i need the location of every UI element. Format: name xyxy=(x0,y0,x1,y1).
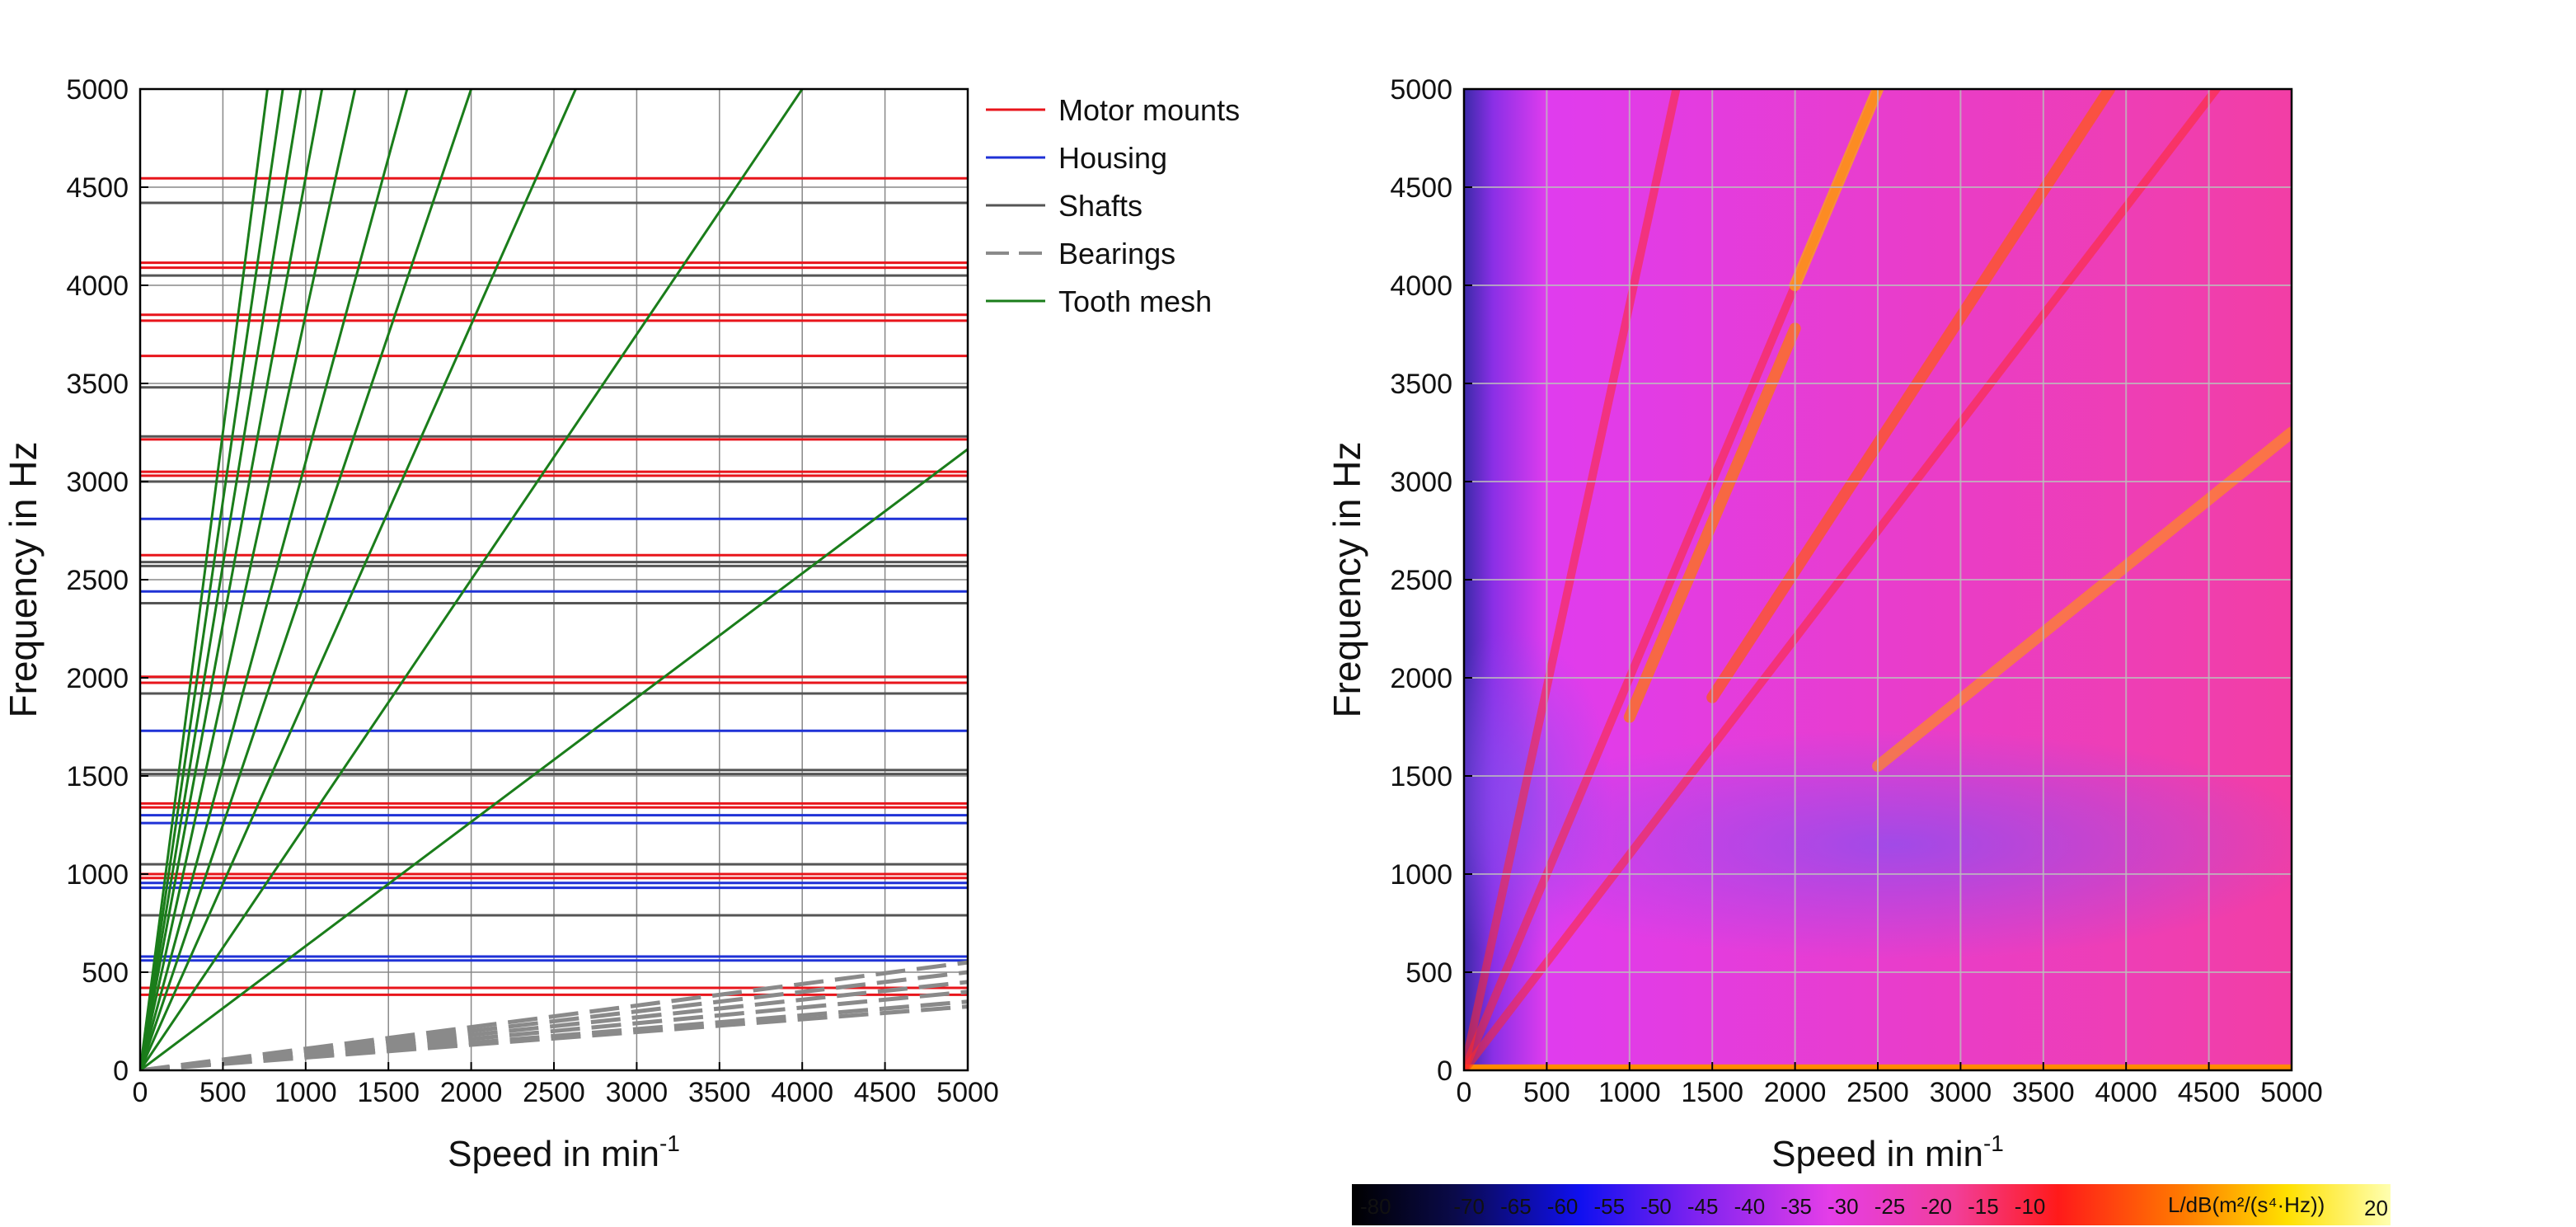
x-tick-label: 4500 xyxy=(854,1077,917,1108)
x-axis-label-text: Speed in min xyxy=(448,1134,659,1174)
x-tick-label: 2500 xyxy=(523,1077,585,1108)
x-tick-label: 3000 xyxy=(1930,1077,1992,1108)
x-tick-label: 4000 xyxy=(2095,1077,2157,1108)
colorbar-tick-label: -20 xyxy=(1921,1194,1952,1219)
y-tick-label: 3500 xyxy=(66,369,129,400)
y-tick-label: 2500 xyxy=(66,565,129,596)
colorbar: -80 -70 -65 -60 -55 -50 -45 -40 -35 -30 -25 -20 -15-… xyxy=(1352,1184,2391,1225)
legend-entry: Housing xyxy=(1058,141,1167,175)
y-tick-label: 0 xyxy=(113,1055,129,1087)
x-tick-label: 500 xyxy=(1523,1077,1570,1108)
x-tick-label: 1000 xyxy=(274,1077,337,1108)
y-tick-label: 4500 xyxy=(1390,172,1452,204)
y-tick-label: 3000 xyxy=(1390,467,1452,498)
figure: 0 500 1000 1500 2000 2500 3000 3500 4000 4500 5000… xyxy=(2,74,2391,1225)
x-tick-label: 5000 xyxy=(936,1077,999,1108)
x-tick-label: 2500 xyxy=(1846,1077,1909,1108)
x-tick-label: 3500 xyxy=(2012,1077,2075,1108)
x-tick-label: 5000 xyxy=(2260,1077,2323,1108)
y-tick-label: 5000 xyxy=(66,74,129,106)
y-tick-label: 1500 xyxy=(1390,761,1452,792)
legend-entry: Motor mounts xyxy=(1058,93,1240,127)
y-tick-label: 500 xyxy=(1405,957,1452,989)
legend: Motor mounts Housing Shafts Bearings Tooth m… xyxy=(986,93,1240,318)
y-tick-label: 3000 xyxy=(66,467,129,498)
colorbar-tick-label: -25 xyxy=(1875,1194,1906,1219)
y-tick-label: 500 xyxy=(82,957,129,989)
colorbar-tick-label: -10 xyxy=(2015,1194,2046,1219)
colorbar-tick-label: -50 xyxy=(1640,1194,1672,1219)
spectrogram: 0 500 1000 1500 2000 2500 3000 3500 4000 4500 5000… xyxy=(1326,74,2391,1225)
y-tick-label: 4000 xyxy=(66,270,129,302)
y-axis-label: Frequency in Hz xyxy=(2,442,45,718)
colorbar-tick-label: -45 xyxy=(1687,1194,1719,1219)
y-tick-label: 4000 xyxy=(1390,270,1452,302)
x-axis-label-superscript: -1 xyxy=(1983,1131,2004,1156)
y-tick-label: 2000 xyxy=(1390,663,1452,694)
x-tick-label: 3000 xyxy=(606,1077,669,1108)
x-tick-label: 4500 xyxy=(2178,1077,2241,1108)
x-tick-label: 3500 xyxy=(688,1077,751,1108)
x-tick-label: 1000 xyxy=(1598,1077,1661,1108)
x-axis-label-superscript: -1 xyxy=(659,1131,680,1156)
y-tick-label: 1000 xyxy=(66,859,129,891)
y-tick-label: 4500 xyxy=(66,172,129,204)
colorbar-tick-label: -35 xyxy=(1781,1194,1812,1219)
y-axis-label: Frequency in Hz xyxy=(1326,442,1368,718)
x-tick-label: 4000 xyxy=(771,1077,833,1108)
x-tick-label: 0 xyxy=(133,1077,148,1108)
colorbar-tick-label: 20 xyxy=(2364,1196,2388,1220)
y-tick-label: 1000 xyxy=(1390,859,1452,891)
y-tick-label: 0 xyxy=(1437,1055,1452,1087)
x-tick-label: 1500 xyxy=(1681,1077,1743,1108)
x-tick-label: 2000 xyxy=(1764,1077,1827,1108)
y-tick-label: 3500 xyxy=(1390,369,1452,400)
x-tick-label: 0 xyxy=(1457,1077,1472,1108)
legend-entry: Bearings xyxy=(1058,237,1175,270)
x-axis-label-text: Speed in min xyxy=(1771,1134,1983,1174)
colorbar-tick-label: -80 xyxy=(1360,1194,1391,1219)
x-tick-label: 2000 xyxy=(440,1077,503,1108)
colorbar-label: L/dB(m²/(s⁴·Hz)) xyxy=(2168,1192,2325,1217)
colorbar-tick-label: -30 xyxy=(1828,1194,1859,1219)
legend-entry: Shafts xyxy=(1058,189,1143,223)
colorbar-tick-label: -60 xyxy=(1547,1194,1579,1219)
y-tick-label: 2000 xyxy=(66,663,129,694)
x-tick-label: 1500 xyxy=(357,1077,420,1108)
colorbar-tick-label: -40 xyxy=(1734,1194,1766,1219)
y-tick-label: 1500 xyxy=(66,761,129,792)
y-tick-label: 2500 xyxy=(1390,565,1452,596)
x-axis-label: Speed in min-1 xyxy=(448,1131,680,1174)
colorbar-tick-label: -70 xyxy=(1453,1194,1485,1219)
y-tick-label: 5000 xyxy=(1390,74,1452,106)
x-tick-label: 500 xyxy=(199,1077,246,1108)
campbell-diagram: 0 500 1000 1500 2000 2500 3000 3500 4000 4500 5000… xyxy=(2,74,1240,1174)
colorbar-tick-label: -55 xyxy=(1594,1194,1626,1219)
x-axis-label: Speed in min-1 xyxy=(1771,1131,2004,1174)
legend-entry: Tooth mesh xyxy=(1058,284,1212,318)
colorbar-tick-label: -65 xyxy=(1500,1194,1532,1219)
colorbar-tick-label: -15 xyxy=(1968,1194,1999,1219)
